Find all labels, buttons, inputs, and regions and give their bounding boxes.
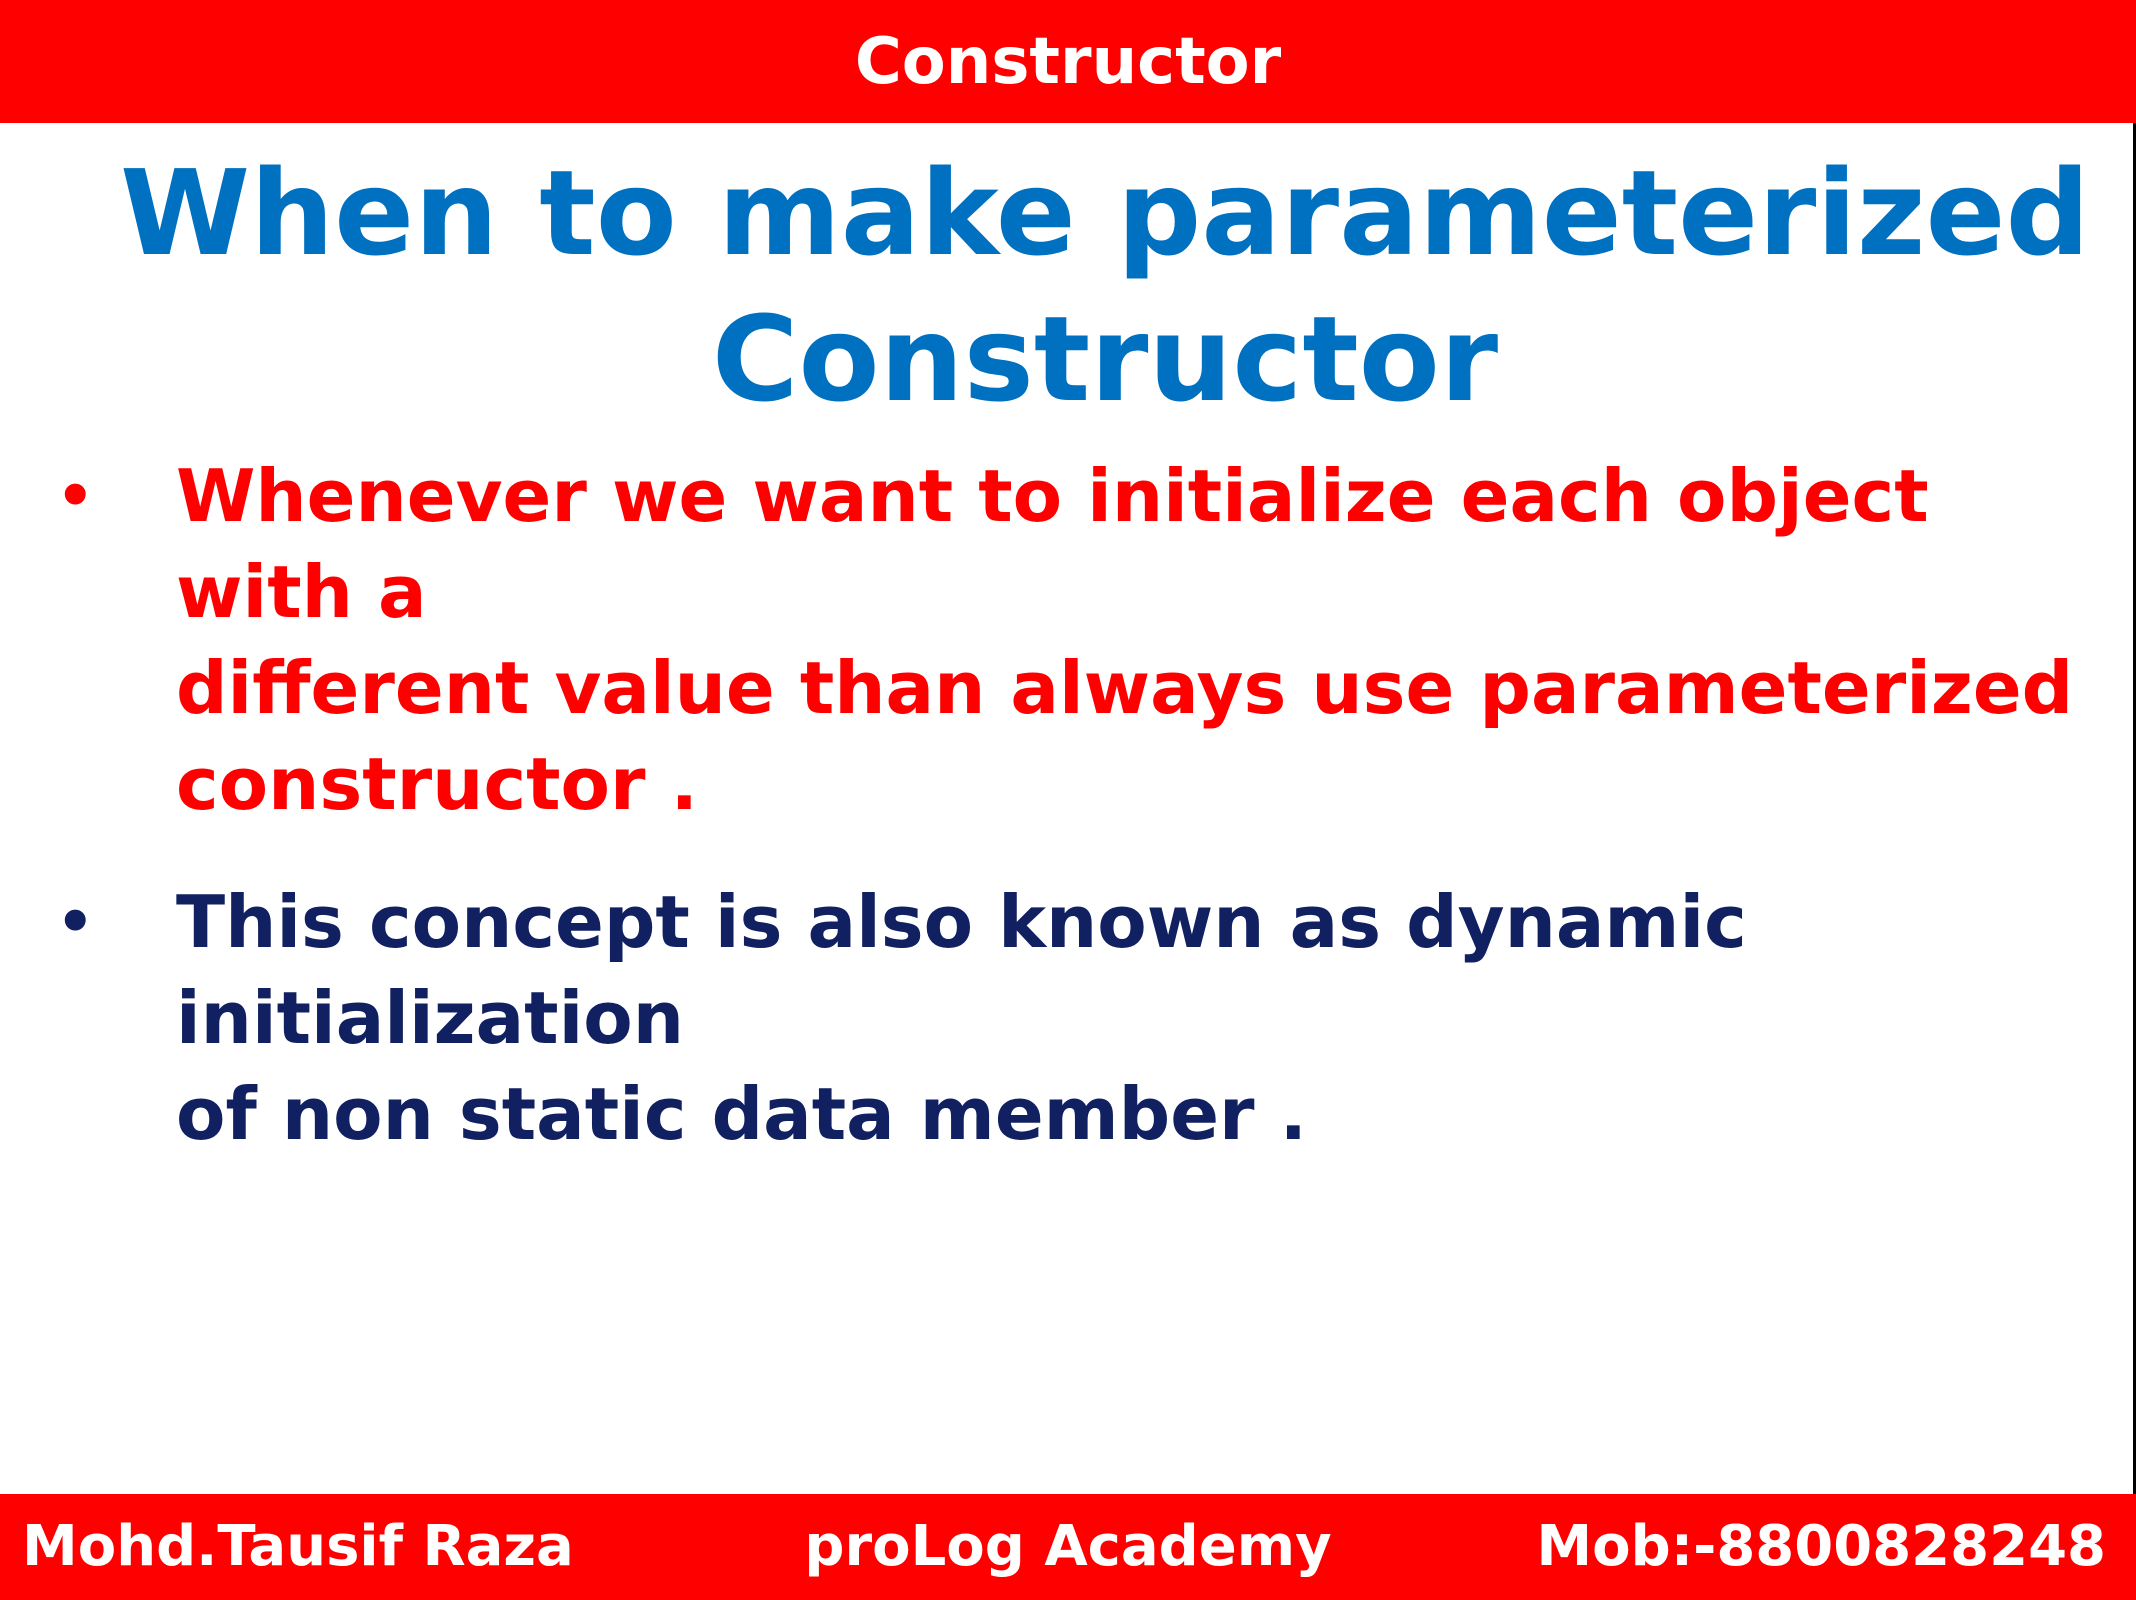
header-bar: Constructor [0,0,2136,123]
footer-bar: Mohd.Tausif Raza proLog Academy Mob:-880… [0,1494,2136,1600]
bullet-text: This concept is also known as dynamic in… [176,880,1747,1156]
bullet-dot-icon: • [54,454,97,538]
footer-contact: Mob:-8800828248 [1536,1514,2106,1579]
bullet-dot-icon: • [54,880,97,964]
header-title: Constructor [854,24,1282,99]
slide: Constructor When to make parameterized C… [0,0,2136,1600]
slide-title: When to make parameterized Constructor [120,144,2090,428]
bullet-text: Whenever we want to initialize each obje… [176,454,2074,826]
